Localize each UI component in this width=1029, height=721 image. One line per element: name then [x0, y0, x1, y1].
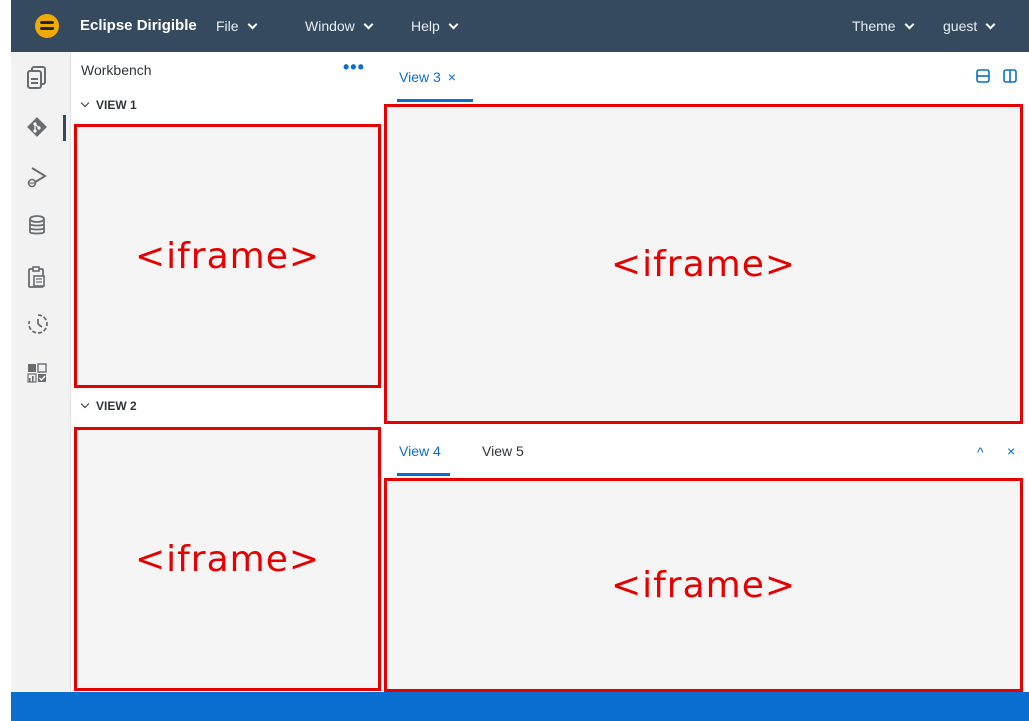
- tab-active-underline: [397, 473, 450, 476]
- split-vertical-icon[interactable]: [1003, 69, 1017, 86]
- app-window: Eclipse Dirigible File Window Help Theme…: [11, 0, 1029, 721]
- tab-view5[interactable]: View 5: [482, 443, 524, 459]
- close-icon[interactable]: ×: [448, 69, 456, 85]
- menu-help[interactable]: Help: [411, 18, 459, 34]
- menu-window[interactable]: Window: [305, 18, 374, 34]
- view2-label: VIEW 2: [96, 399, 137, 413]
- collapse-icon[interactable]: ^: [977, 444, 984, 460]
- chevron-down-icon: [247, 19, 258, 29]
- chevron-down-icon: [80, 98, 90, 108]
- more-options-icon[interactable]: •••: [343, 57, 365, 78]
- chevron-down-icon: [448, 19, 459, 29]
- workbench-panel: Workbench ••• VIEW 1 <iframe> VIEW 2 <if…: [72, 52, 382, 692]
- menu-user[interactable]: guest: [943, 18, 996, 34]
- split-horizontal-icon[interactable]: [976, 69, 990, 86]
- view1-label: VIEW 1: [96, 98, 137, 112]
- view3-iframe[interactable]: <iframe>: [384, 104, 1023, 424]
- dirigible-logo-icon: [35, 14, 59, 38]
- view4-iframe[interactable]: <iframe>: [384, 478, 1023, 692]
- view2-iframe[interactable]: <iframe>: [74, 427, 381, 691]
- chevron-down-icon: [985, 19, 996, 29]
- database-icon[interactable]: [26, 214, 48, 236]
- tab-view4[interactable]: View 4: [399, 443, 441, 459]
- view1-iframe[interactable]: <iframe>: [74, 124, 381, 388]
- header-bar: Eclipse Dirigible File Window Help Theme…: [11, 0, 1029, 52]
- dashboard-icon[interactable]: [26, 362, 48, 384]
- workbench-title: Workbench: [81, 62, 152, 78]
- menu-help-label: Help: [411, 18, 440, 34]
- debug-icon[interactable]: [26, 165, 48, 188]
- brand-title: Eclipse Dirigible: [80, 17, 197, 34]
- menu-window-label: Window: [305, 18, 355, 34]
- chevron-down-icon: [80, 399, 90, 409]
- view1-header[interactable]: VIEW 1: [80, 98, 137, 112]
- git-icon[interactable]: [26, 116, 48, 138]
- tab-active-underline: [397, 99, 473, 102]
- status-bar: [11, 692, 1029, 721]
- menu-user-label: guest: [943, 18, 978, 34]
- bottom-pane-tabbar: View 4 View 5 ^ ×: [383, 426, 1029, 476]
- menu-file-label: File: [216, 18, 239, 34]
- chevron-down-icon: [363, 19, 374, 29]
- active-indicator: [63, 115, 66, 141]
- tab-view3-label: View 3: [399, 69, 441, 85]
- chevron-down-icon: [904, 19, 915, 29]
- menu-theme[interactable]: Theme: [852, 18, 915, 34]
- tab-view3[interactable]: View 3 ×: [399, 69, 456, 85]
- top-pane-tabbar: View 3 ×: [383, 52, 1029, 102]
- clipboard-icon[interactable]: [26, 265, 48, 288]
- view2-header[interactable]: VIEW 2: [80, 399, 137, 413]
- menu-theme-label: Theme: [852, 18, 896, 34]
- menu-file[interactable]: File: [216, 18, 258, 34]
- activity-bar: [11, 52, 71, 692]
- workbench-icon[interactable]: [26, 65, 48, 89]
- close-icon[interactable]: ×: [1007, 443, 1015, 459]
- history-icon[interactable]: [26, 312, 48, 334]
